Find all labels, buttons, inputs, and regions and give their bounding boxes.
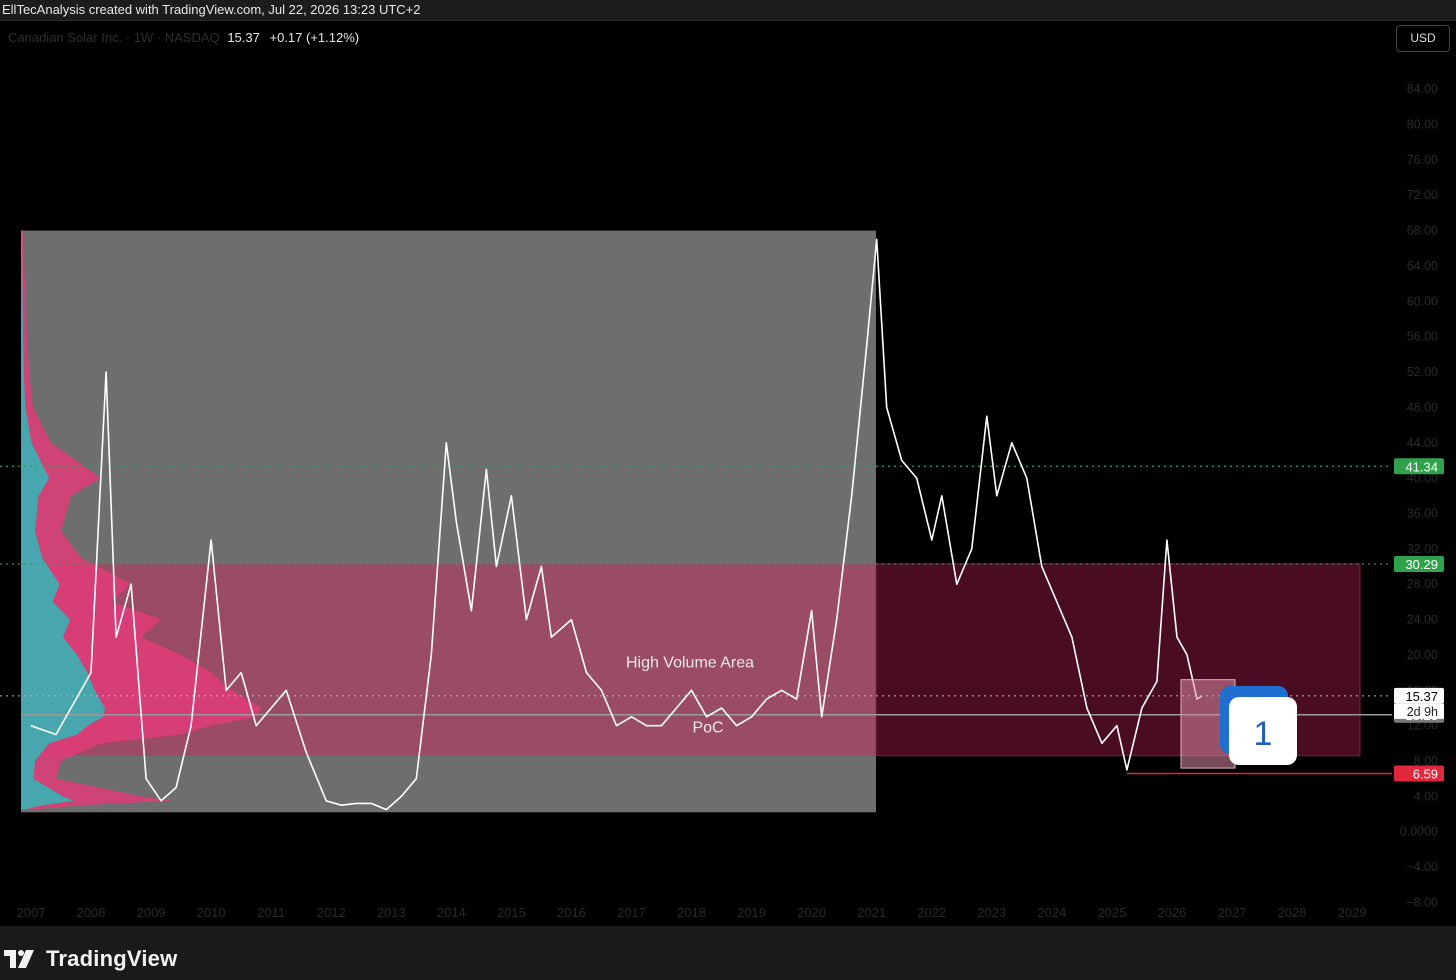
price-tag-1: 30.29: [1405, 557, 1438, 572]
y-tick-label: 80.00: [1407, 117, 1438, 131]
y-tick-label: 52.00: [1407, 365, 1438, 379]
y-tick-label: 76.00: [1407, 153, 1438, 167]
y-tick-label: −8.00: [1406, 895, 1438, 909]
price-change: +0.17 (+1.12%): [269, 30, 360, 45]
y-tick-label: 36.00: [1407, 506, 1438, 520]
poc-label: PoC: [692, 720, 723, 737]
x-tick-label: 2014: [437, 905, 466, 920]
x-tick-label: 2012: [317, 905, 346, 920]
price-tag-2: 15.37: [1405, 689, 1438, 704]
tradingview-logo-icon: [4, 950, 34, 968]
price-chart[interactable]: High Volume Area PoC 1 84.00 80.00 76.00 72.0…: [0, 0, 1456, 926]
symbol-name[interactable]: Canadian Solar Inc. · 1W · NASDAQ: [8, 30, 220, 45]
y-tick-label: 84.00: [1407, 82, 1438, 96]
x-tick-label: 2027: [1218, 905, 1247, 920]
symbol-header: Canadian Solar Inc. · 1W · NASDAQ 15.37 …: [8, 30, 359, 45]
x-tick-label: 2013: [377, 905, 406, 920]
y-tick-label: 64.00: [1407, 259, 1438, 273]
y-tick-label: −4.00: [1406, 860, 1438, 874]
last-price: 15.37: [227, 30, 260, 45]
x-tick-label: 2007: [17, 905, 46, 920]
footer-bar: [0, 926, 1456, 980]
y-tick-label: 48.00: [1407, 400, 1438, 414]
y-tick-label: 0.0000: [1400, 825, 1438, 839]
tradingview-logo[interactable]: TradingView: [4, 946, 177, 972]
y-tick-label: 56.00: [1407, 330, 1438, 344]
x-tick-label: 2024: [1037, 905, 1066, 920]
y-tick-label: 28.00: [1407, 577, 1438, 591]
x-tick-label: 2029: [1338, 905, 1367, 920]
x-tick-label: 2018: [677, 905, 706, 920]
x-tick-label: 2022: [917, 905, 946, 920]
y-tick-label: 60.00: [1407, 294, 1438, 308]
y-tick-label: 32.00: [1407, 542, 1438, 556]
x-tick-label: 2019: [737, 905, 766, 920]
x-tick-label: 2010: [197, 905, 226, 920]
x-tick-label: 2015: [497, 905, 526, 920]
y-tick-label: 4.00: [1414, 789, 1438, 803]
price-tag-4: 6.59: [1413, 766, 1438, 781]
currency-button[interactable]: USD: [1396, 25, 1450, 52]
price-tag-0: 41.34: [1405, 459, 1438, 474]
x-tick-label: 2009: [137, 905, 166, 920]
x-tick-label: 2025: [1097, 905, 1126, 920]
x-tick-label: 2021: [857, 905, 886, 920]
x-tick-label: 2026: [1157, 905, 1186, 920]
tradingview-logo-text: TradingView: [46, 946, 178, 971]
x-tick-label: 2020: [797, 905, 826, 920]
y-tick-label: 44.00: [1407, 436, 1438, 450]
countdown-label: 2d 9h: [1407, 705, 1438, 719]
count-badge-label: 1: [1254, 715, 1273, 753]
x-tick-label: 2028: [1278, 905, 1307, 920]
y-tick-label: 20.00: [1407, 648, 1438, 662]
y-tick-label: 68.00: [1407, 224, 1438, 238]
x-tick-label: 2008: [77, 905, 106, 920]
x-tick-label: 2016: [557, 905, 586, 920]
x-tick-label: 2017: [617, 905, 646, 920]
x-tick-label: 2011: [257, 905, 285, 920]
y-tick-label: 72.00: [1407, 188, 1438, 202]
y-tick-label: 24.00: [1407, 613, 1438, 627]
zone-label: High Volume Area: [626, 654, 754, 671]
x-tick-label: 2023: [977, 905, 1006, 920]
